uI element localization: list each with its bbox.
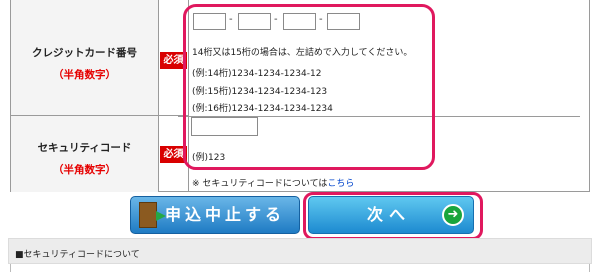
security-code-info-body [10, 264, 590, 272]
exit-door-icon [139, 202, 166, 228]
card-number-required-badge: 必須 [160, 52, 187, 69]
security-code-info-header: ■セキュリティコードについて [8, 238, 592, 264]
card-number-separator: - [274, 14, 278, 25]
security-code-info-link[interactable]: こちら [327, 179, 354, 189]
security-code-example: (例)123 [192, 153, 226, 163]
cancel-application-button[interactable]: 申込中止する [130, 196, 300, 234]
card-number-separator: - [319, 14, 323, 25]
security-code-required-cell: 必須 [159, 116, 189, 192]
security-code-sublabel: （半角数字） [53, 164, 116, 176]
card-number-input-1[interactable] [193, 13, 226, 30]
next-button-label: 次へ [367, 205, 412, 224]
security-code-input[interactable] [191, 117, 258, 136]
security-code-label-cell: セキュリティコード （半角数字） [11, 116, 159, 192]
card-number-example-14: (例:14桁)1234-1234-1234-12 [192, 69, 322, 79]
security-code-note-text: ※ セキュリティコードについては [192, 179, 328, 189]
next-button[interactable]: 次へ ➜ [308, 196, 474, 234]
security-code-label: セキュリティコード [37, 142, 132, 154]
card-number-separator: - [229, 14, 233, 25]
security-code-required-badge: 必須 [160, 146, 187, 163]
card-number-label: クレジットカード番号 [32, 47, 137, 59]
card-number-input-4[interactable] [327, 13, 360, 30]
cancel-button-label: 申込中止する [165, 205, 286, 224]
card-number-required-cell: 必須 [159, 0, 189, 116]
card-number-hint: 14桁又は15桁の場合は、左詰めで入力してください。 [192, 48, 413, 58]
card-number-input-2[interactable] [238, 13, 271, 30]
card-number-sublabel: （半角数字） [53, 69, 116, 81]
security-code-note: ※ セキュリティコードについてはこちら [192, 176, 354, 189]
arrow-right-icon: ➜ [442, 204, 464, 226]
card-number-example-15: (例:15桁)1234-1234-1234-123 [192, 87, 328, 97]
card-number-input-3[interactable] [283, 13, 316, 30]
card-number-example-16: (例:16桁)1234-1234-1234-1234 [192, 104, 333, 114]
card-number-label-cell: クレジットカード番号 （半角数字） [11, 0, 159, 116]
security-code-info-title: ■セキュリティコードについて [15, 250, 140, 260]
